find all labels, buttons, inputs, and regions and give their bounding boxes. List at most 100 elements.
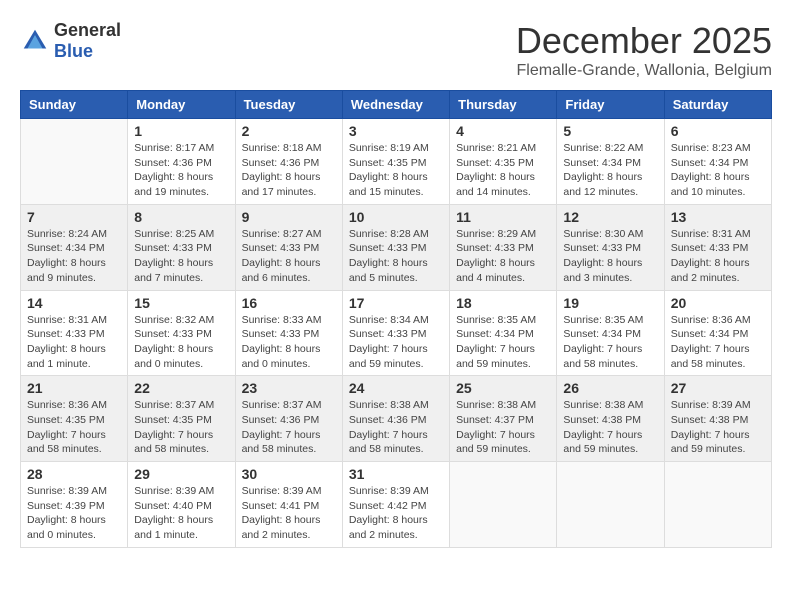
day-number: 6	[671, 123, 765, 139]
day-number: 12	[563, 209, 657, 225]
calendar-day-cell: 27 Sunrise: 8:39 AMSunset: 4:38 PMDayligh…	[664, 376, 771, 462]
calendar-day-cell: 25Sunrise: 8:38 AMSunset: 4:37 PMDayligh…	[450, 376, 557, 462]
day-number: 5	[563, 123, 657, 139]
day-number: 27	[671, 380, 765, 396]
day-info: Sunrise: 8:39 AMSunset: 4:42 PMDaylight:…	[349, 484, 443, 543]
day-number: 4	[456, 123, 550, 139]
day-number: 25	[456, 380, 550, 396]
day-info: Sunrise: 8:33 AMSunset: 4:33 PMDaylight:…	[242, 313, 336, 372]
calendar-day-cell: 15 Sunrise: 8:32 AMSunset: 4:33 PMDayligh…	[128, 290, 235, 376]
day-number: 9	[242, 209, 336, 225]
calendar-day-cell: 12 Sunrise: 8:30 AMSunset: 4:33 PMDayligh…	[557, 204, 664, 290]
day-info: Sunrise: 8:37 AMSunset: 4:35 PMDaylight:…	[134, 398, 228, 457]
day-info: Sunrise: 8:32 AMSunset: 4:33 PMDaylight:…	[134, 313, 228, 372]
logo-text: General Blue	[54, 20, 121, 62]
day-info: Sunrise: 8:39 AMSunset: 4:40 PMDaylight:…	[134, 484, 228, 543]
day-number: 21	[27, 380, 121, 396]
calendar-day-cell: 4 Sunrise: 8:21 AMSunset: 4:35 PMDaylight…	[450, 119, 557, 205]
calendar-header-row: SundayMondayTuesdayWednesdayThursdayFrid…	[21, 91, 772, 119]
day-number: 24	[349, 380, 443, 396]
day-number: 16	[242, 295, 336, 311]
weekday-header: Saturday	[664, 91, 771, 119]
calendar-day-cell: 18 Sunrise: 8:35 AMSunset: 4:34 PMDayligh…	[450, 290, 557, 376]
calendar-day-cell	[557, 462, 664, 548]
day-number: 2	[242, 123, 336, 139]
location-title: Flemalle-Grande, Wallonia, Belgium	[516, 62, 772, 80]
calendar-day-cell: 31 Sunrise: 8:39 AMSunset: 4:42 PMDayligh…	[342, 462, 449, 548]
weekday-header: Tuesday	[235, 91, 342, 119]
weekday-header: Wednesday	[342, 91, 449, 119]
day-info: Sunrise: 8:29 AMSunset: 4:33 PMDaylight:…	[456, 227, 550, 286]
calendar-day-cell	[664, 462, 771, 548]
day-number: 11	[456, 209, 550, 225]
page-header: General Blue December 2025 Flemalle-Gran…	[20, 20, 772, 80]
day-info: Sunrise: 8:30 AMSunset: 4:33 PMDaylight:…	[563, 227, 657, 286]
calendar-day-cell: 17 Sunrise: 8:34 AMSunset: 4:33 PMDayligh…	[342, 290, 449, 376]
calendar-day-cell: 19Sunrise: 8:35 AMSunset: 4:34 PMDayligh…	[557, 290, 664, 376]
day-info: Sunrise: 8:38 AMSunset: 4:38 PMDaylight:…	[563, 398, 657, 457]
calendar-day-cell	[450, 462, 557, 548]
calendar-day-cell: 21 Sunrise: 8:36 AMSunset: 4:35 PMDayligh…	[21, 376, 128, 462]
calendar-day-cell	[21, 119, 128, 205]
day-info: Sunrise: 8:18 AMSunset: 4:36 PMDaylight:…	[242, 141, 336, 200]
day-number: 1	[134, 123, 228, 139]
day-info: Sunrise: 8:31 AMSunset: 4:33 PMDaylight:…	[671, 227, 765, 286]
logo-blue: Blue	[54, 41, 93, 61]
calendar-week-row: 7 Sunrise: 8:24 AMSunset: 4:34 PMDaylight…	[21, 204, 772, 290]
day-info: Sunrise: 8:28 AMSunset: 4:33 PMDaylight:…	[349, 227, 443, 286]
calendar-week-row: 1Sunrise: 8:17 AMSunset: 4:36 PMDaylight…	[21, 119, 772, 205]
calendar-day-cell: 16 Sunrise: 8:33 AMSunset: 4:33 PMDayligh…	[235, 290, 342, 376]
day-number: 15	[134, 295, 228, 311]
calendar-day-cell: 1Sunrise: 8:17 AMSunset: 4:36 PMDaylight…	[128, 119, 235, 205]
day-number: 10	[349, 209, 443, 225]
calendar-day-cell: 13 Sunrise: 8:31 AMSunset: 4:33 PMDayligh…	[664, 204, 771, 290]
day-number: 26	[563, 380, 657, 396]
day-number: 8	[134, 209, 228, 225]
day-number: 23	[242, 380, 336, 396]
calendar-day-cell: 10 Sunrise: 8:28 AMSunset: 4:33 PMDayligh…	[342, 204, 449, 290]
calendar-day-cell: 5Sunrise: 8:22 AMSunset: 4:34 PMDaylight…	[557, 119, 664, 205]
day-info: Sunrise: 8:21 AMSunset: 4:35 PMDaylight:…	[456, 141, 550, 200]
calendar-day-cell: 9Sunrise: 8:27 AMSunset: 4:33 PMDaylight…	[235, 204, 342, 290]
day-info: Sunrise: 8:38 AMSunset: 4:36 PMDaylight:…	[349, 398, 443, 457]
calendar-day-cell: 8Sunrise: 8:25 AMSunset: 4:33 PMDaylight…	[128, 204, 235, 290]
day-info: Sunrise: 8:35 AMSunset: 4:34 PMDaylight:…	[563, 313, 657, 372]
day-number: 18	[456, 295, 550, 311]
day-number: 17	[349, 295, 443, 311]
logo-icon	[20, 26, 50, 56]
calendar-day-cell: 2 Sunrise: 8:18 AMSunset: 4:36 PMDaylight…	[235, 119, 342, 205]
calendar-week-row: 28Sunrise: 8:39 AMSunset: 4:39 PMDayligh…	[21, 462, 772, 548]
day-number: 7	[27, 209, 121, 225]
weekday-header: Thursday	[450, 91, 557, 119]
day-number: 14	[27, 295, 121, 311]
calendar-day-cell: 26 Sunrise: 8:38 AMSunset: 4:38 PMDayligh…	[557, 376, 664, 462]
calendar-day-cell: 28Sunrise: 8:39 AMSunset: 4:39 PMDayligh…	[21, 462, 128, 548]
day-number: 31	[349, 466, 443, 482]
day-info: Sunrise: 8:24 AMSunset: 4:34 PMDaylight:…	[27, 227, 121, 286]
calendar-week-row: 21 Sunrise: 8:36 AMSunset: 4:35 PMDayligh…	[21, 376, 772, 462]
day-info: Sunrise: 8:19 AMSunset: 4:35 PMDaylight:…	[349, 141, 443, 200]
day-number: 22	[134, 380, 228, 396]
day-info: Sunrise: 8:31 AMSunset: 4:33 PMDaylight:…	[27, 313, 121, 372]
day-info: Sunrise: 8:23 AMSunset: 4:34 PMDaylight:…	[671, 141, 765, 200]
calendar-day-cell: 7 Sunrise: 8:24 AMSunset: 4:34 PMDaylight…	[21, 204, 128, 290]
calendar-week-row: 14 Sunrise: 8:31 AMSunset: 4:33 PMDayligh…	[21, 290, 772, 376]
calendar-table: SundayMondayTuesdayWednesdayThursdayFrid…	[20, 90, 772, 548]
day-info: Sunrise: 8:39 AMSunset: 4:38 PMDaylight:…	[671, 398, 765, 457]
day-info: Sunrise: 8:36 AMSunset: 4:34 PMDaylight:…	[671, 313, 765, 372]
day-info: Sunrise: 8:36 AMSunset: 4:35 PMDaylight:…	[27, 398, 121, 457]
day-info: Sunrise: 8:39 AMSunset: 4:41 PMDaylight:…	[242, 484, 336, 543]
day-info: Sunrise: 8:35 AMSunset: 4:34 PMDaylight:…	[456, 313, 550, 372]
calendar-day-cell: 3Sunrise: 8:19 AMSunset: 4:35 PMDaylight…	[342, 119, 449, 205]
title-area: December 2025 Flemalle-Grande, Wallonia,…	[516, 20, 772, 80]
logo: General Blue	[20, 20, 121, 62]
calendar-day-cell: 29Sunrise: 8:39 AMSunset: 4:40 PMDayligh…	[128, 462, 235, 548]
day-info: Sunrise: 8:34 AMSunset: 4:33 PMDaylight:…	[349, 313, 443, 372]
calendar-day-cell: 6 Sunrise: 8:23 AMSunset: 4:34 PMDaylight…	[664, 119, 771, 205]
day-number: 13	[671, 209, 765, 225]
weekday-header: Monday	[128, 91, 235, 119]
day-number: 20	[671, 295, 765, 311]
month-title: December 2025	[516, 20, 772, 62]
calendar-day-cell: 24 Sunrise: 8:38 AMSunset: 4:36 PMDayligh…	[342, 376, 449, 462]
day-number: 30	[242, 466, 336, 482]
